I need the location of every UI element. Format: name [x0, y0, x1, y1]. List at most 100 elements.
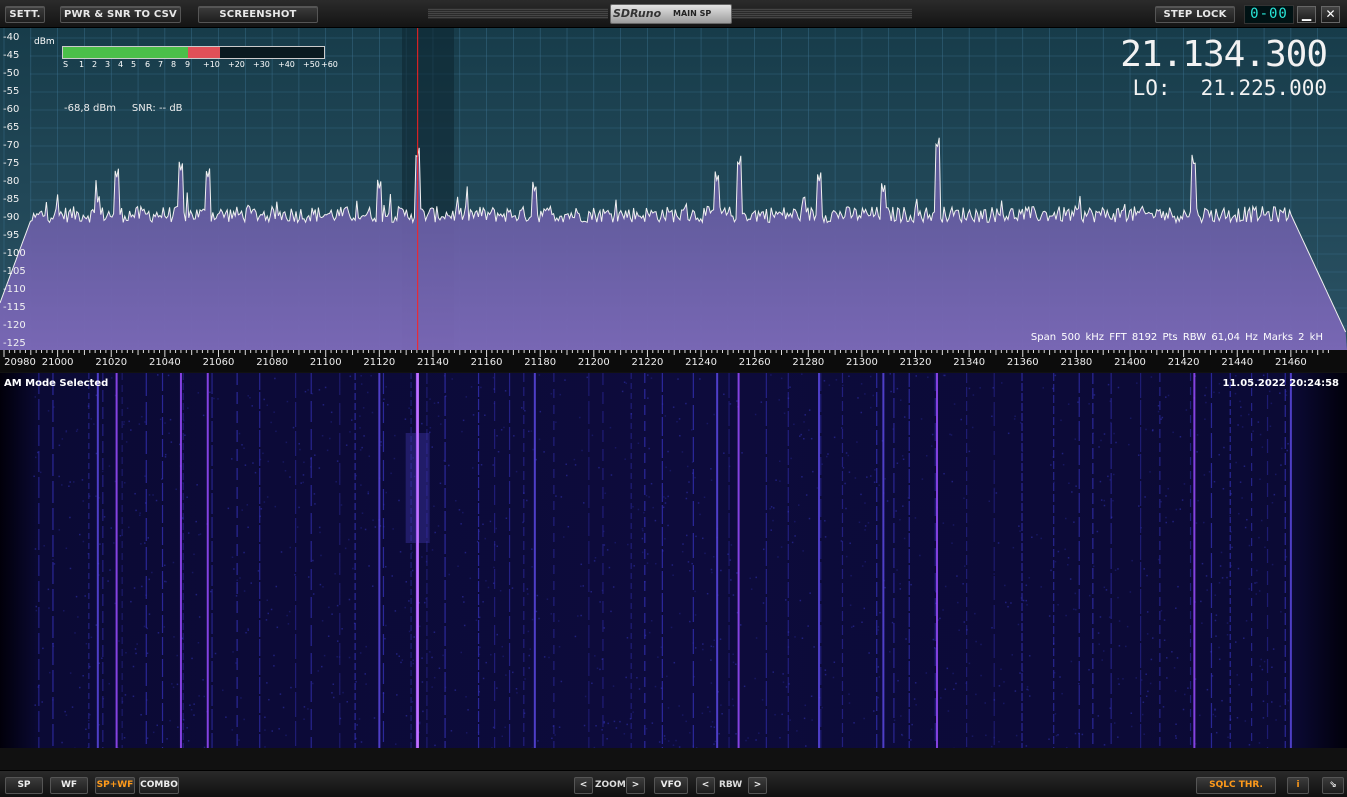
waterfall-noise: [470, 578, 472, 580]
waterfall-noise: [668, 740, 670, 742]
title-drag-grip-right[interactable]: [732, 8, 912, 19]
combo-mode-button[interactable]: COMBO: [139, 777, 179, 794]
waterfall-noise: [102, 471, 104, 473]
waterfall-noise: [350, 376, 352, 378]
step-lock-button[interactable]: STEP LOCK: [1155, 6, 1235, 23]
waterfall-noise: [476, 619, 478, 621]
rbw-increase-button[interactable]: >: [748, 777, 767, 794]
waterfall-noise: [324, 655, 326, 657]
waterfall-noise: [1145, 429, 1147, 431]
wf-mode-button[interactable]: WF: [50, 777, 88, 794]
waterfall-noise: [647, 553, 649, 555]
waterfall-noise: [331, 412, 333, 414]
waterfall-noise: [328, 607, 330, 609]
info-button[interactable]: i: [1287, 777, 1309, 794]
lo-frequency-line[interactable]: LO:21.225.000: [1133, 76, 1327, 100]
settings-button[interactable]: SETT.: [5, 6, 45, 23]
waterfall-noise: [1259, 742, 1261, 744]
screenshot-button[interactable]: SCREENSHOT: [198, 6, 318, 23]
x-tick-label: 21460: [1275, 357, 1307, 368]
waterfall-noise: [887, 500, 889, 502]
waterfall-noise: [1098, 643, 1100, 645]
waterfall-noise: [1060, 420, 1062, 422]
waterfall-noise: [1077, 401, 1079, 403]
frequency-axis[interactable]: 2098021000210202104021060210802110021120…: [0, 350, 1347, 372]
waterfall-noise: [1165, 517, 1167, 519]
squelch-threshold-button[interactable]: SQLC THR.: [1196, 777, 1276, 794]
waterfall-noise: [1166, 677, 1168, 679]
power-snr-csv-button[interactable]: PWR & SNR TO CSV: [60, 6, 181, 23]
waterfall-noise: [134, 587, 136, 589]
window-title: SDRuno MAIN SP: [610, 4, 732, 24]
waterfall-noise: [1246, 620, 1248, 622]
waterfall-noise: [802, 637, 804, 639]
waterfall-noise: [1199, 715, 1201, 717]
waterfall-noise: [632, 711, 634, 713]
waterfall-noise: [627, 637, 629, 639]
waterfall-noise: [396, 694, 398, 696]
waterfall-noise: [926, 672, 928, 674]
waterfall-noise: [849, 702, 851, 704]
vfo-frequency[interactable]: 21.134.300: [1120, 34, 1327, 75]
vfo-button[interactable]: VFO: [654, 777, 688, 794]
waterfall-noise: [803, 421, 805, 423]
waterfall-noise: [980, 644, 982, 646]
waterfall-noise: [796, 730, 798, 732]
waterfall-noise: [784, 413, 786, 415]
waterfall-noise: [307, 389, 309, 391]
spectrum-display[interactable]: dBm -40-45-50-55-60-65-70-75-80-85-90-95…: [0, 28, 1347, 350]
waterfall-noise: [833, 677, 835, 679]
waterfall-noise: [79, 687, 81, 689]
waterfall-noise: [512, 587, 514, 589]
waterfall-noise: [1161, 610, 1163, 612]
minimize-button[interactable]: ▁: [1297, 6, 1316, 23]
waterfall-noise: [349, 431, 351, 433]
waterfall-chart[interactable]: [0, 373, 1347, 748]
waterfall-noise: [232, 556, 234, 558]
waterfall-noise: [303, 718, 305, 720]
waterfall-noise: [809, 592, 811, 594]
waterfall-display[interactable]: [0, 373, 1347, 748]
waterfall-background: [0, 373, 1347, 748]
waterfall-noise: [88, 720, 90, 722]
waterfall-noise: [614, 721, 616, 723]
waterfall-noise: [1242, 426, 1244, 428]
sp-wf-mode-button[interactable]: SP+WF: [95, 777, 135, 794]
waterfall-noise: [655, 563, 657, 565]
waterfall-noise: [904, 416, 906, 418]
lo-frequency[interactable]: 21.225.000: [1201, 76, 1327, 100]
close-button[interactable]: ✕: [1321, 6, 1340, 23]
waterfall-noise: [1122, 678, 1124, 680]
y-tick-label: -120: [3, 320, 26, 331]
waterfall-noise: [406, 581, 408, 583]
waterfall-noise: [422, 711, 424, 713]
waterfall-noise: [1279, 392, 1281, 394]
waterfall-noise: [451, 378, 453, 380]
waterfall-noise: [1101, 659, 1103, 661]
waterfall-noise: [195, 521, 197, 523]
waterfall-noise: [651, 377, 653, 379]
waterfall-noise: [283, 461, 285, 463]
zoom-out-button[interactable]: <: [574, 777, 593, 794]
waterfall-noise: [1252, 430, 1254, 432]
rbw-decrease-button[interactable]: <: [696, 777, 715, 794]
waterfall-noise: [1065, 615, 1067, 617]
waterfall-noise: [587, 377, 589, 379]
waterfall-noise: [1026, 604, 1028, 606]
waterfall-noise: [1036, 534, 1038, 536]
waterfall-noise: [1196, 451, 1198, 453]
waterfall-noise: [772, 520, 774, 522]
waterfall-noise: [380, 445, 382, 447]
waterfall-noise: [238, 739, 240, 741]
resize-handle-icon[interactable]: ⇘: [1322, 777, 1344, 794]
zoom-in-button[interactable]: >: [626, 777, 645, 794]
waterfall-noise: [890, 373, 892, 375]
waterfall-noise: [359, 415, 361, 417]
waterfall-noise: [735, 664, 737, 666]
waterfall-noise: [1147, 633, 1149, 635]
title-drag-grip-left[interactable]: [428, 8, 608, 19]
waterfall-noise: [844, 483, 846, 485]
sp-mode-button[interactable]: SP: [5, 777, 43, 794]
waterfall-noise: [802, 550, 804, 552]
waterfall-noise: [850, 604, 852, 606]
